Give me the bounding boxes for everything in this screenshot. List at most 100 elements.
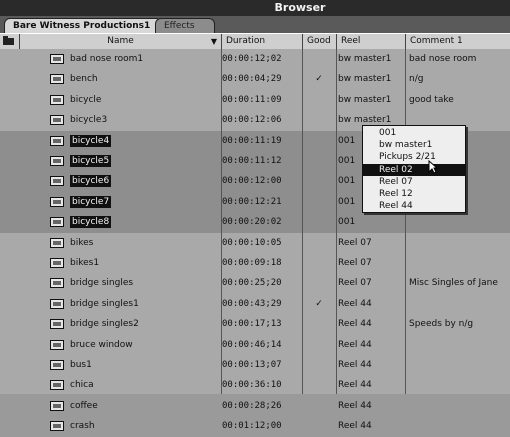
clip-icon: [50, 156, 64, 166]
clip-name: bicycle5: [70, 151, 220, 171]
clip-comment: n/g: [409, 69, 510, 89]
clip-reel: Reel 44: [338, 294, 406, 314]
clip-duration: 00:00:28;26: [222, 396, 302, 416]
clip-reel-text: 001: [338, 176, 356, 187]
clip-name: bicycle4: [70, 131, 220, 151]
clip-name: bicycle6: [70, 171, 220, 191]
bin-icon-cell[interactable]: [0, 34, 20, 49]
clip-name: bicycle3: [70, 110, 220, 130]
clip-reel: Reel 44: [338, 355, 406, 375]
clip-icon: [50, 94, 64, 105]
clip-good-check-text: ✓: [315, 298, 323, 309]
clip-duration: 00:00:12:06: [222, 110, 302, 130]
sort-arrow-icon: ▼: [210, 37, 217, 46]
clip-good-check: ✓: [303, 69, 335, 89]
clip-reel-text: bw master1: [338, 54, 392, 64]
header-good[interactable]: Good: [303, 34, 337, 49]
clip-duration: 00:00:11:12: [222, 151, 302, 171]
clip-name-text: bicycle6: [70, 175, 112, 188]
clip-good-check: [303, 253, 335, 273]
clip-duration-text: 00:00:20:02: [222, 217, 282, 228]
reel-menu-item[interactable]: Reel 44: [363, 200, 465, 212]
clip-reel-text: Reel 44: [338, 360, 372, 370]
clip-duration-text: 00:00:46;14: [222, 339, 282, 350]
clip-duration-text: 00:00:12:06: [222, 115, 282, 126]
clip-duration-text: 00:00:13;07: [222, 360, 282, 370]
reel-menu-item[interactable]: Reel 02: [363, 163, 465, 176]
clip-name: bridge singles1: [70, 294, 220, 314]
clip-icon: [50, 176, 64, 187]
reel-popup-menu[interactable]: 001 bw master1 Pickups 2/21 Reel 02 Reel 07 R…: [362, 125, 466, 213]
clip-good-check: [303, 49, 335, 69]
table-row[interactable]: bus1 00:00:13;07 Reel 44: [0, 355, 510, 375]
title-bar[interactable]: Browser: [0, 0, 510, 16]
clip-name-text: bad nose room1: [70, 54, 144, 64]
header-name[interactable]: Name ▼: [20, 34, 222, 49]
clip-reel-text: 001: [338, 156, 356, 166]
table-row[interactable]: bicycle8 00:00:20:02 001: [0, 212, 510, 233]
clip-reel-text: 001: [338, 196, 356, 207]
clip-duration: 00:00:46;14: [222, 335, 302, 355]
clip-name-text: bridge singles: [70, 278, 134, 289]
clip-reel-text: bw master1: [338, 94, 392, 105]
clip-name-text: chica: [70, 380, 94, 391]
column-header: Name ▼ Duration Good Reel Comment 1: [0, 33, 510, 50]
table-row[interactable]: bridge singles1 00:00:43;29 ✓ Reel 44: [0, 294, 510, 314]
reel-menu-item[interactable]: 001: [363, 127, 465, 139]
clip-reel: Reel 44: [338, 335, 406, 355]
clip-good-check: [303, 396, 335, 416]
clip-name-text: bicycle5: [70, 155, 112, 167]
table-row[interactable]: bicycle 00:00:11:09 bw master1 good take: [0, 90, 510, 110]
header-comment[interactable]: Comment 1: [406, 34, 510, 49]
clip-reel: 001: [338, 212, 406, 232]
clip-reel-text: 001: [338, 135, 356, 146]
clip-icon: [50, 360, 64, 370]
clip-icon: [50, 74, 64, 85]
clip-comment: bad nose room: [409, 49, 510, 69]
clip-duration-text: 00:00:25;20: [222, 278, 282, 289]
table-row[interactable]: bridge singles2 00:00:17;13 Reel 44 Speeds …: [0, 314, 510, 334]
header-reel[interactable]: Reel: [337, 34, 406, 49]
clip-good-check: [303, 335, 335, 355]
tab-effects[interactable]: Effects: [155, 18, 215, 33]
reel-menu-item[interactable]: bw master1: [363, 139, 465, 151]
clip-duration: 00:00:09:18: [222, 253, 302, 273]
clip-reel-text: Reel 44: [338, 400, 372, 411]
table-row[interactable]: crash 00:01:12;00 Reel 44: [0, 416, 510, 436]
clip-duration-text: 00:00:11:12: [222, 156, 282, 166]
reel-menu-item[interactable]: Pickups 2/21: [363, 151, 465, 163]
clip-reel-text: Reel 44: [338, 319, 372, 330]
clip-icon: [50, 400, 64, 411]
reel-menu-item[interactable]: Reel 07: [363, 176, 465, 188]
clip-name: bench: [70, 69, 220, 89]
tab-bare-witness-productions1[interactable]: Bare Witness Productions1: [4, 18, 162, 33]
table-row[interactable]: coffee 00:00:28;26 Reel 44: [0, 396, 510, 416]
clip-name-text: bikes: [70, 237, 94, 248]
table-row[interactable]: chica 00:00:36:10 Reel 44: [0, 375, 510, 395]
clip-duration-text: 00:00:43;29: [222, 298, 282, 309]
reel-menu-item[interactable]: Reel 12: [363, 188, 465, 200]
table-row[interactable]: bruce window 00:00:46;14 Reel 44: [0, 335, 510, 355]
clip-comment: Speeds by n/g: [409, 314, 510, 334]
table-row[interactable]: bikes1 00:00:09:18 Reel 07: [0, 253, 510, 273]
clip-reel-text: Reel 07: [338, 258, 372, 268]
clip-name: bicycle8: [70, 212, 220, 232]
clip-icon: [50, 217, 64, 228]
clip-reel-text: Reel 44: [338, 298, 372, 309]
table-row[interactable]: bad nose room1 00:00:12;02 bw master1 bad n…: [0, 49, 510, 69]
table-row[interactable]: bench 00:00:04;29 ✓ bw master1 n/g: [0, 69, 510, 89]
clip-good-check: [303, 151, 335, 171]
clip-comment-text: Misc Singles of Jane: [409, 278, 498, 289]
clip-name-text: bridge singles1: [70, 298, 139, 309]
header-duration[interactable]: Duration: [222, 34, 303, 49]
browser-window: Browser Bare Witness Productions1 Effect…: [0, 0, 510, 432]
clip-reel: Reel 44: [338, 314, 406, 334]
clip-comment-text: Speeds by n/g: [409, 319, 474, 330]
clip-duration-text: 00:00:28;26: [222, 400, 282, 411]
clip-icon: [50, 135, 64, 146]
clip-name: bicycle: [70, 90, 220, 110]
clip-duration: 00:00:12:00: [222, 171, 302, 191]
clip-name-text: bruce window: [70, 339, 133, 350]
table-row[interactable]: bikes 00:00:10:05 Reel 07: [0, 233, 510, 253]
table-row[interactable]: bridge singles 00:00:25;20 Reel 07 Misc Sin…: [0, 273, 510, 293]
